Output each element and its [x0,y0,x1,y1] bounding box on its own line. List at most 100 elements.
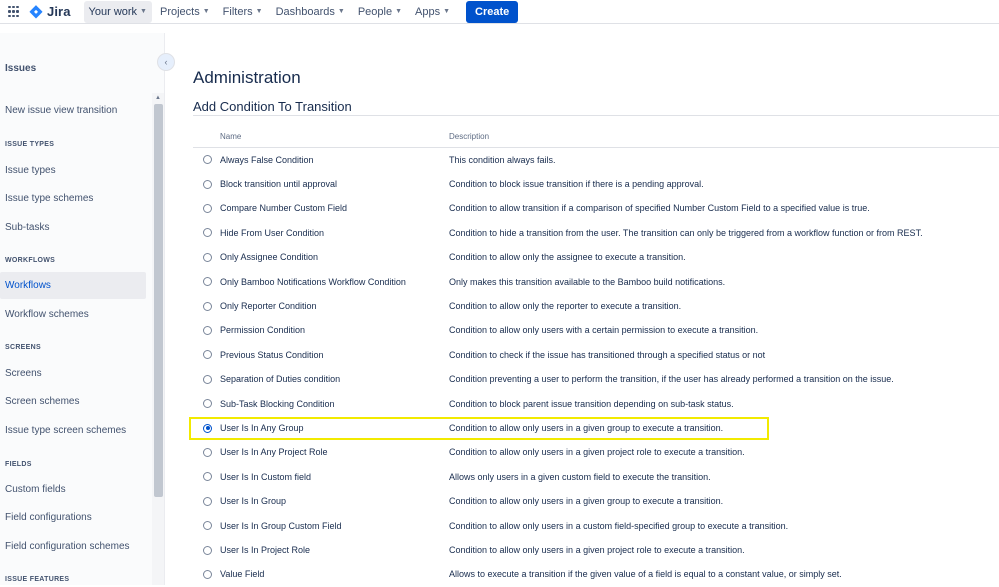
nav-filters[interactable]: Filters▼ [218,1,268,23]
condition-radio[interactable] [203,472,212,481]
condition-radio[interactable] [203,302,212,311]
condition-description: Condition to allow only users with a cer… [449,325,758,335]
condition-row[interactable]: Only Reporter Condition Condition to allo… [193,294,999,318]
sidebar-item-screen-schemes[interactable]: Screen schemes [0,388,146,415]
nav-label: Projects [160,6,200,18]
sidebar-item-issue-type-screen-schemes[interactable]: Issue type screen schemes [0,417,146,444]
sidebar-section-workflows: WORKFLOWS [5,257,55,264]
condition-name: Hide From User Condition [220,228,324,238]
condition-name: Only Assignee Condition [220,252,318,262]
sidebar-item-screens[interactable]: Screens [0,360,146,387]
nav-apps[interactable]: Apps▼ [410,1,455,23]
condition-row[interactable]: User Is In GroupCondition to allow only … [193,489,999,513]
condition-row[interactable]: Always False Condition This condition alw… [193,148,999,172]
condition-row-selected[interactable]: User Is In Any GroupCondition to allow o… [193,416,999,440]
condition-radio[interactable] [203,375,212,384]
column-header-name: Name [220,132,241,141]
nav-people[interactable]: People▼ [353,1,407,23]
sidebar-section-fields: FIELDS [5,461,32,468]
condition-row[interactable]: Hide From User ConditionCondition to hid… [193,221,999,245]
condition-name: User Is In Any Group [220,423,304,433]
condition-name: User Is In Custom field [220,472,311,482]
condition-row[interactable]: Value FieldAllows to execute a transitio… [193,562,999,586]
collapse-sidebar-icon[interactable]: ‹ [157,53,175,71]
condition-row[interactable]: User Is In Custom field Allows only users… [193,465,999,489]
condition-radio[interactable] [203,155,212,164]
sidebar-item-custom-fields[interactable]: Custom fields [0,476,146,503]
scroll-up-icon[interactable]: ▲ [152,93,164,103]
sidebar-section-screens: SCREENS [5,344,41,351]
sidebar-item-sub-tasks[interactable]: Sub-tasks [0,214,146,241]
condition-description: Condition to allow only the reporter to … [449,301,681,311]
sidebar-item-field-configurations[interactable]: Field configurations [0,504,146,531]
condition-row[interactable]: Block transition until approval Condition… [193,172,999,196]
top-navigation: Jira Your work▼ Projects▼ Filters▼ Dashb… [0,0,999,24]
chevron-down-icon: ▼ [395,8,402,15]
condition-radio[interactable] [203,253,212,262]
condition-radio[interactable] [203,399,212,408]
condition-row[interactable]: Permission ConditionCondition to allow o… [193,318,999,342]
condition-name: Compare Number Custom Field [220,203,347,213]
condition-description: Condition to block parent issue transiti… [449,399,734,409]
sidebar-item-issue-type-schemes[interactable]: Issue type schemes [0,185,146,212]
condition-row[interactable]: Compare Number Custom Field Condition to … [193,196,999,220]
sidebar-item-workflows[interactable]: Workflows [0,272,146,299]
condition-radio[interactable] [203,326,212,335]
nav-label: Apps [415,6,440,18]
sidebar-item-new-issue-view-transition[interactable]: New issue view transition [0,97,146,124]
condition-radio[interactable] [203,277,212,286]
condition-radio[interactable] [203,228,212,237]
nav-your-work[interactable]: Your work▼ [84,1,152,23]
app-switcher-icon[interactable] [8,6,20,18]
condition-row[interactable]: Only Assignee ConditionCondition to allo… [193,245,999,269]
column-header-description: Description [449,132,489,141]
condition-radio[interactable] [203,521,212,530]
condition-description: This condition always fails. [449,155,556,165]
app-name: Jira [47,4,71,19]
condition-description: Condition preventing a user to perform t… [449,374,894,384]
condition-radio[interactable] [203,546,212,555]
condition-radio[interactable] [203,180,212,189]
condition-row[interactable]: Sub-Task Blocking Condition Condition to … [193,392,999,416]
condition-row[interactable]: User Is In Group Custom Field Condition t… [193,514,999,538]
condition-row[interactable]: Only Bamboo Notifications Workflow Condi… [193,270,999,294]
sidebar-header: Issues [5,63,36,74]
condition-radio[interactable] [203,350,212,359]
nav-dashboards[interactable]: Dashboards▼ [271,1,350,23]
condition-name: User Is In Group [220,496,286,506]
condition-description: Condition to allow only users in a custo… [449,521,788,531]
condition-row[interactable]: User Is In Project RoleCondition to allo… [193,538,999,562]
condition-radio[interactable] [203,448,212,457]
condition-name: User Is In Group Custom Field [220,521,342,531]
condition-name: Always False Condition [220,155,314,165]
sidebar-item-field-configuration-schemes[interactable]: Field configuration schemes [0,533,146,560]
jira-logo-icon [29,5,43,19]
condition-row[interactable]: Previous Status ConditionCondition to ch… [193,343,999,367]
jira-logo[interactable]: Jira [29,4,71,19]
condition-description: Allows only users in a given custom fiel… [449,472,711,482]
condition-radio[interactable] [203,570,212,579]
create-button[interactable]: Create [466,1,518,23]
sidebar-item-workflow-schemes[interactable]: Workflow schemes [0,301,146,328]
divider [193,115,999,116]
condition-name: Block transition until approval [220,179,337,189]
condition-name: Only Reporter Condition [220,301,317,311]
condition-description: Condition to block issue transition if t… [449,179,704,189]
condition-radio-selected[interactable] [203,424,212,433]
condition-row[interactable]: User Is In Any Project RoleCondition to … [193,440,999,464]
nav-projects[interactable]: Projects▼ [155,1,215,23]
sidebar: Issues New issue view transition ISSUE T… [0,33,165,585]
sidebar-section-issue-features: ISSUE FEATURES [5,576,69,583]
condition-description: Allows to execute a transition if the gi… [449,569,842,579]
condition-radio[interactable] [203,204,212,213]
condition-description: Condition to check if the issue has tran… [449,350,765,360]
condition-name: Separation of Duties condition [220,374,340,384]
condition-row[interactable]: Separation of Duties condition Condition … [193,367,999,391]
sidebar-item-issue-types[interactable]: Issue types [0,157,146,184]
condition-name: Sub-Task Blocking Condition [220,399,335,409]
sidebar-scrollbar-thumb[interactable] [154,104,163,497]
primary-nav: Your work▼ Projects▼ Filters▼ Dashboards… [84,0,519,24]
condition-radio[interactable] [203,497,212,506]
chevron-down-icon: ▼ [203,8,210,15]
condition-description: Condition to allow transition if a compa… [449,203,870,213]
